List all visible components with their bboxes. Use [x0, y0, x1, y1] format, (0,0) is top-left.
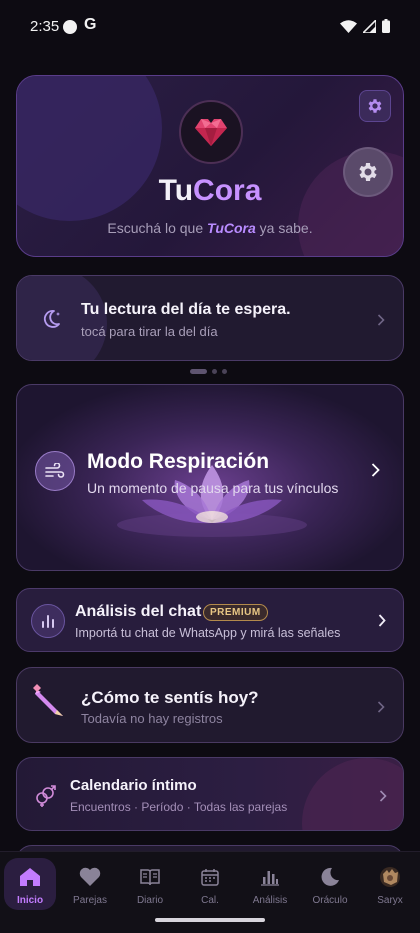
settings-gear-icon[interactable]: [359, 90, 391, 122]
nav-label: Inicio: [16, 895, 44, 906]
app-title-part1: Tu: [158, 174, 194, 207]
chat-analysis-card[interactable]: Análisis del chat PREMIUM Importá tu cha…: [16, 588, 404, 652]
signal-icon: [363, 19, 376, 33]
chat-analysis-title: Análisis del chat: [75, 603, 202, 620]
tagline-prefix: Escuchá lo que: [107, 220, 208, 236]
calendar-decor-circle: [302, 758, 403, 830]
pencil-icon: [33, 684, 63, 716]
calendar-title: Calendario íntimo: [70, 777, 197, 794]
premium-badge: PREMIUM: [203, 604, 268, 621]
status-time: 2:35: [30, 18, 60, 35]
nav-item-inicio[interactable]: Inicio: [4, 858, 56, 922]
chevron-right-icon: [371, 463, 380, 477]
heart-icon: [64, 862, 116, 892]
calendar-icon: [184, 862, 236, 892]
gender-symbols-icon: [36, 785, 56, 807]
mood-subtitle: Todavía no hay registros: [81, 711, 223, 726]
nav-item-oraculo[interactable]: Oráculo: [304, 862, 356, 922]
nav-label: Cal.: [201, 895, 219, 906]
home-icon: [4, 862, 56, 892]
pager-dot[interactable]: [212, 369, 217, 374]
nav-item-calendario[interactable]: Cal.: [184, 862, 236, 922]
chevron-right-icon: [377, 314, 385, 326]
calendar-subtitle: Encuentros · Período · Todas las parejas: [70, 800, 288, 814]
nav-label: Análisis: [252, 895, 288, 906]
nav-item-analisis[interactable]: Análisis: [244, 862, 296, 922]
notification-dot-icon: [63, 20, 77, 34]
battery-icon: [382, 19, 390, 33]
book-icon: [124, 862, 176, 892]
hero-tagline: Escuchá lo que TuCora ya sabe.: [17, 220, 403, 236]
app-title-part2: Cora: [193, 174, 262, 207]
breathing-mode-card[interactable]: Modo Respiración Un momento de pausa par…: [16, 384, 404, 571]
breathing-subtitle: Un momento de pausa para tus vínculos: [87, 480, 339, 496]
tagline-suffix: ya sabe.: [255, 220, 313, 236]
hero-card: TuCora Escuchá lo que TuCora ya sabe.: [16, 75, 404, 257]
pager-dot-active[interactable]: [190, 369, 207, 374]
status-bar: 2:35 G: [0, 0, 420, 52]
tagline-brand: TuCora: [207, 220, 256, 236]
pager-dot[interactable]: [222, 369, 227, 374]
intimate-calendar-card[interactable]: Calendario íntimo Encuentros · Período ·…: [16, 757, 404, 831]
reading-subtitle: tocá para tirar la del día: [81, 324, 218, 339]
nav-label: Diario: [136, 895, 164, 906]
bar-chart-icon: [244, 862, 296, 892]
wifi-icon: [340, 19, 357, 33]
nav-item-saryx[interactable]: Saryx: [364, 862, 416, 922]
status-icons: [340, 19, 390, 33]
nav-item-parejas[interactable]: Parejas: [64, 862, 116, 922]
breathing-title: Modo Respiración: [87, 450, 270, 473]
tucora-logo-heart-gem-icon: [179, 100, 243, 164]
moon-icon: [304, 862, 356, 892]
home-gesture-bar[interactable]: [155, 918, 265, 922]
nav-label: Parejas: [73, 895, 107, 906]
bar-chart-icon: [31, 604, 65, 638]
mood-checkin-card[interactable]: ¿Cómo te sentís hoy? Todavía no hay regi…: [16, 667, 404, 743]
nav-label: Oráculo: [312, 895, 348, 906]
google-notification-icon: G: [84, 16, 97, 33]
chevron-right-icon: [378, 614, 386, 627]
carousel-pager: [190, 369, 227, 374]
moon-stars-icon: [43, 310, 60, 328]
nav-item-diario[interactable]: Diario: [124, 862, 176, 922]
nav-label: Saryx: [377, 895, 403, 906]
avatar-icon: [364, 862, 416, 892]
mood-title: ¿Cómo te sentís hoy?: [81, 688, 259, 707]
chevron-right-icon: [377, 701, 385, 713]
chat-analysis-subtitle: Importá tu chat de WhatsApp y mirá las s…: [75, 626, 341, 640]
wind-icon: [35, 451, 75, 491]
reading-title: Tu lectura del día te espera.: [81, 301, 291, 318]
chevron-right-icon: [379, 790, 387, 802]
app-title: TuCora: [17, 174, 403, 208]
daily-reading-card[interactable]: Tu lectura del día te espera. tocá para …: [16, 275, 404, 361]
